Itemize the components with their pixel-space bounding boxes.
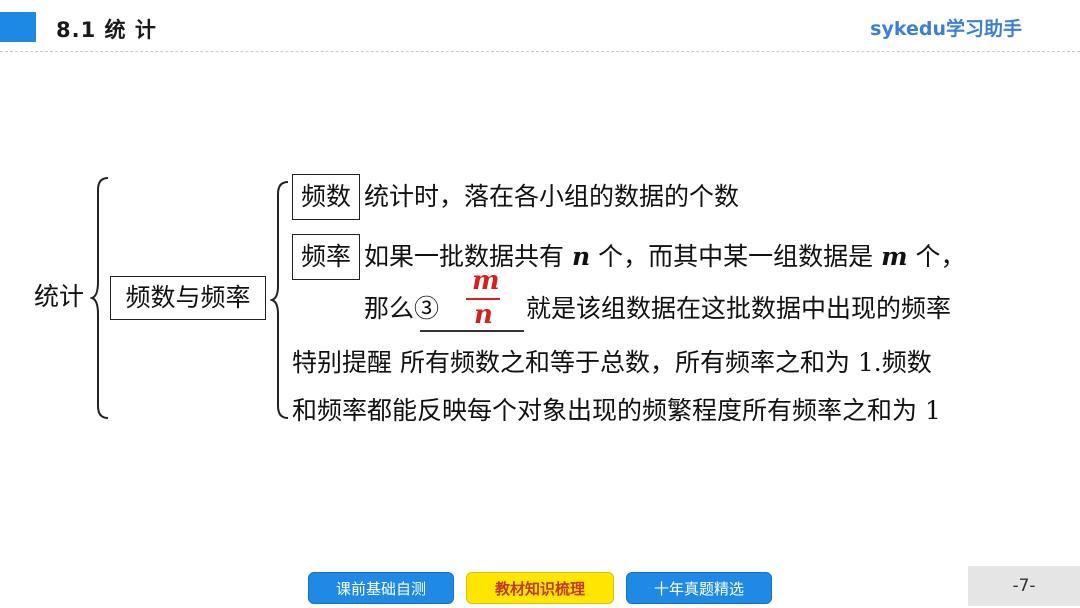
header-divider bbox=[0, 51, 1080, 52]
header-accent-block bbox=[0, 12, 36, 42]
root-label: 统计 bbox=[34, 282, 85, 311]
term-frequency-rate: 频率 bbox=[292, 234, 360, 280]
topic-box: 频数与频率 bbox=[110, 276, 266, 320]
frequency-rate-line2-suffix: 就是该组数据在这批数据中出现的频率 bbox=[526, 294, 952, 323]
nav-button-textbook-review[interactable]: 教材知识梳理 bbox=[466, 572, 614, 604]
variable-n: n bbox=[571, 242, 591, 271]
term-frequency-count: 频数 bbox=[292, 174, 360, 220]
frequency-rate-text-c: 个， bbox=[915, 242, 966, 271]
section-title: 8.1 统 计 bbox=[56, 18, 157, 42]
nav-button-pre-test[interactable]: 课前基础自测 bbox=[308, 572, 454, 604]
fraction-numerator: m bbox=[472, 266, 500, 296]
nav-button-past-exams[interactable]: 十年真题精选 bbox=[626, 572, 772, 604]
special-note-line2: 和频率都能反映每个对象出现的频繁程度所有频率之和为 1 bbox=[292, 396, 941, 425]
frequency-rate-text-a: 如果一批数据共有 bbox=[364, 242, 565, 271]
special-note-line1: 特别提醒 所有频数之和等于总数，所有频率之和为 1.频数 bbox=[292, 348, 932, 377]
page-number: -7- bbox=[968, 566, 1080, 606]
outer-brace bbox=[90, 177, 109, 419]
frequency-rate-text-b: 个，而其中某一组数据是 bbox=[598, 242, 874, 271]
fraction-denominator: n bbox=[474, 300, 493, 330]
frequency-rate-line2-prefix: 那么③ bbox=[364, 294, 440, 323]
brand-logo-text: sykedu学习助手 bbox=[870, 18, 1022, 40]
variable-m: m bbox=[881, 242, 908, 271]
frequency-count-definition: 统计时，落在各小组的数据的个数 bbox=[364, 182, 740, 211]
frequency-rate-line1: 如果一批数据共有 n 个，而其中某一组数据是 m 个， bbox=[364, 242, 966, 272]
answer-blank-line bbox=[420, 330, 524, 332]
inner-brace bbox=[270, 181, 289, 419]
